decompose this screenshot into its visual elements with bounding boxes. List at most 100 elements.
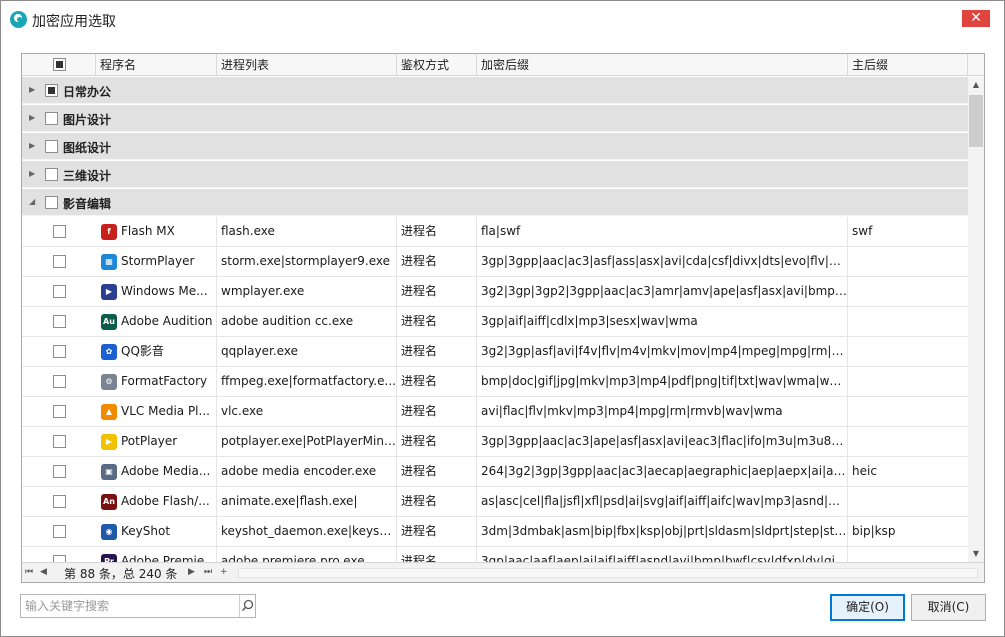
auth-method-cell: 进程名	[397, 427, 477, 457]
row-checkbox[interactable]	[53, 285, 66, 298]
app-name-cell: An Adobe Flash/...	[96, 487, 217, 517]
table-row[interactable]: Au Adobe Audition adobe audition cc.exe 进程名…	[22, 307, 968, 337]
group-row[interactable]: ▶ 日常办公	[22, 77, 968, 104]
table-row[interactable]: ▶ Windows Me... wmplayer.exe 进程名 3g2|3gp|3gp…	[22, 277, 968, 307]
keyshot-icon: ◉	[101, 524, 117, 540]
row-checkbox[interactable]	[53, 375, 66, 388]
app-name-cell: ⚙ FormatFactory	[96, 367, 217, 397]
group-checkbox[interactable]	[45, 84, 58, 97]
main-suffix-cell: bip|ksp	[852, 524, 896, 538]
horizontal-scrollbar[interactable]	[238, 568, 978, 578]
app-name-cell: f Flash MX	[96, 217, 217, 247]
expand-arrow-icon[interactable]: ▶	[29, 113, 35, 122]
vlc-icon: ▲	[101, 404, 117, 420]
table-row[interactable]: Pr Adobe Premie... adobe premiere pro.exe 进…	[22, 547, 968, 562]
first-page-icon[interactable]: ⏮	[25, 566, 33, 578]
table-row[interactable]: ▲ VLC Media Pl... vlc.exe 进程名 avi|flac|flv|m…	[22, 397, 968, 427]
close-button[interactable]: ✕	[962, 10, 990, 27]
select-all-checkbox[interactable]	[53, 58, 66, 71]
auth-method-cell: 进程名	[397, 547, 477, 562]
scroll-thumb[interactable]	[969, 95, 983, 147]
row-checkbox[interactable]	[53, 345, 66, 358]
ok-button[interactable]: 确定(O)	[830, 594, 905, 621]
app-name-cell: ▲ VLC Media Pl...	[96, 397, 217, 427]
search-input[interactable]	[21, 595, 239, 617]
row-checkbox[interactable]	[53, 465, 66, 478]
next-page-icon[interactable]: ▶	[188, 566, 195, 578]
search-icon	[241, 599, 254, 612]
group-label: 图片设计	[63, 113, 112, 127]
process-list-cell: adobe premiere pro.exe	[217, 547, 397, 562]
expand-arrow-icon[interactable]: ▶	[29, 141, 35, 150]
main-suffix-cell	[848, 337, 968, 367]
auth-method-cell: 进程名	[397, 337, 477, 367]
main-suffix-cell	[848, 307, 968, 337]
column-header-auth[interactable]: 鉴权方式	[397, 54, 477, 76]
column-header-name[interactable]: 程序名	[96, 54, 217, 76]
table-row[interactable]: f Flash MX flash.exe 进程名 fla|swf swf	[22, 217, 968, 247]
search-button[interactable]	[239, 595, 255, 617]
group-label: 三维设计	[63, 169, 112, 183]
process-list-cell: adobe audition cc.exe	[217, 307, 397, 337]
encrypt-suffix-cell: 264|3g2|3gp|3gpp|aac|ac3|aecap|aegraphic…	[477, 457, 848, 487]
main-suffix-cell	[848, 367, 968, 397]
adobe-media-encoder-icon: ▣	[101, 464, 117, 480]
table-row[interactable]: ▣ Adobe Media... adobe media encoder.exe 进程…	[22, 457, 968, 487]
group-checkbox[interactable]	[45, 140, 58, 153]
row-checkbox[interactable]	[53, 435, 66, 448]
table-row[interactable]: ✿ QQ影音 qqplayer.exe 进程名 3g2|3gp|asf|avi|f4v|…	[22, 337, 968, 367]
row-checkbox[interactable]	[53, 495, 66, 508]
group-label: 图纸设计	[63, 141, 112, 155]
row-checkbox[interactable]	[53, 255, 66, 268]
process-list-cell: potplayer.exe|PotPlayerMini...	[217, 427, 397, 457]
group-checkbox[interactable]	[45, 112, 58, 125]
app-name-cell: ✿ QQ影音	[96, 337, 217, 367]
windows-media-icon: ▶	[101, 284, 117, 300]
scroll-down-icon[interactable]: ▼	[968, 546, 984, 562]
expand-arrow-icon[interactable]: ▶	[29, 169, 35, 178]
column-header-suffix[interactable]: 加密后缀	[477, 54, 848, 76]
cancel-button[interactable]: 取消(C)	[911, 594, 986, 621]
group-row[interactable]: ▶ 图片设计	[22, 105, 968, 132]
row-checkbox[interactable]	[53, 225, 66, 238]
encrypt-suffix-cell: 3gp|aac|aaf|aep|ai|aif|aiff|asnd|avi|bmp…	[477, 547, 848, 562]
group-row[interactable]: ▶ 三维设计	[22, 161, 968, 188]
group-row[interactable]: ▶ 图纸设计	[22, 133, 968, 160]
group-checkbox[interactable]	[45, 196, 58, 209]
main-suffix-cell: heic	[852, 464, 877, 478]
adobe-premiere-icon: Pr	[101, 554, 117, 562]
app-logo-icon	[10, 11, 27, 28]
process-list-cell: ffmpeg.exe|formatfactory.e...	[217, 367, 397, 397]
app-name-cell: Au Adobe Audition	[96, 307, 217, 337]
encrypt-suffix-cell: 3gp|3gpp|aac|ac3|ape|asf|asx|avi|eac3|fl…	[477, 427, 848, 457]
row-checkbox[interactable]	[53, 555, 66, 562]
app-name: PotPlayer	[121, 434, 178, 448]
app-name: Flash MX	[121, 224, 175, 238]
scroll-up-icon[interactable]: ▲	[968, 77, 984, 93]
main-suffix-cell: swf	[852, 224, 873, 238]
row-checkbox[interactable]	[53, 315, 66, 328]
last-page-icon[interactable]: ⏭	[204, 566, 212, 578]
expand-arrow-icon[interactable]: ▶	[29, 85, 35, 94]
group-label: 影音编辑	[63, 197, 112, 211]
column-header-main-suffix[interactable]: 主后缀	[848, 54, 968, 76]
group-row[interactable]: ◢ 影音编辑	[22, 189, 968, 216]
process-list-cell: vlc.exe	[217, 397, 397, 427]
row-checkbox[interactable]	[53, 525, 66, 538]
prev-page-icon[interactable]: ◀	[40, 566, 47, 578]
table-row[interactable]: An Adobe Flash/... animate.exe|flash.exe| 进…	[22, 487, 968, 517]
collapse-arrow-icon[interactable]: ◢	[29, 197, 35, 206]
table-row[interactable]: ⚙ FormatFactory ffmpeg.exe|formatfactory.e…	[22, 367, 968, 397]
group-label: 日常办公	[63, 85, 112, 99]
add-page-icon[interactable]: +	[220, 566, 228, 578]
encrypt-suffix-cell: 3dm|3dmbak|asm|bip|fbx|ksp|obj|prt|sldas…	[477, 517, 848, 547]
dialog-window: 加密应用选取 ✕ 程序名 进程列表 鉴权方式 加密后缀 主后缀 ▶ 日常办公 ▶ 图片…	[0, 0, 1005, 637]
column-header-process[interactable]: 进程列表	[217, 54, 397, 76]
encrypt-suffix-cell: 3g2|3gp|3gp2|3gpp|aac|ac3|amr|amv|ape|as…	[477, 277, 848, 307]
row-checkbox[interactable]	[53, 405, 66, 418]
table-row[interactable]: ◉ KeyShot keyshot_daemon.exe|keysh... 进程名 3d…	[22, 517, 968, 547]
group-checkbox[interactable]	[45, 168, 58, 181]
table-row[interactable]: ▶ PotPlayer potplayer.exe|PotPlayerMini...…	[22, 427, 968, 457]
vertical-scrollbar[interactable]: ▲ ▼	[968, 77, 984, 562]
table-row[interactable]: ▦ StormPlayer storm.exe|stormplayer9.exe 进程…	[22, 247, 968, 277]
